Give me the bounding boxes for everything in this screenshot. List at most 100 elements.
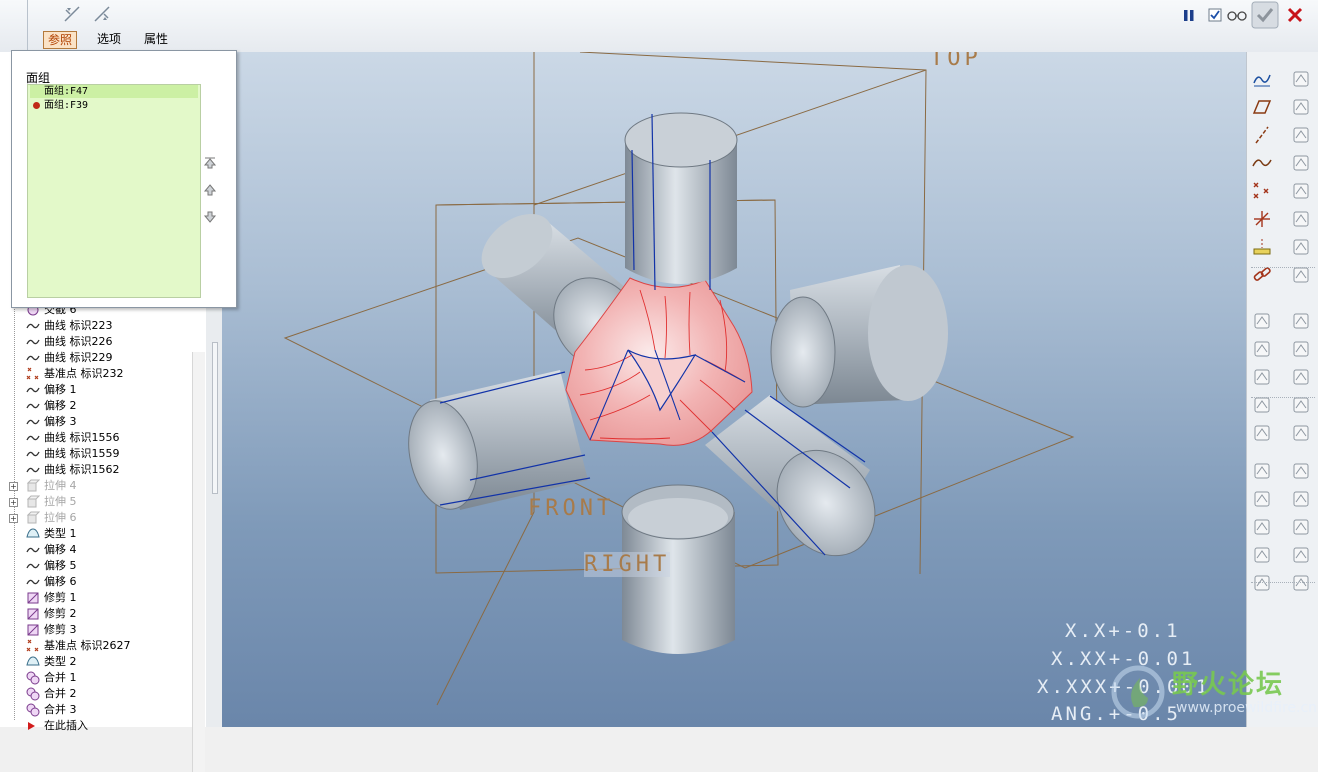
rib-icon[interactable] <box>1251 366 1273 388</box>
offset-icon[interactable] <box>1290 180 1312 202</box>
merge-icon[interactable] <box>1290 338 1312 360</box>
tree-item-label: 偏移 2 <box>44 399 77 412</box>
datum-plane-icon[interactable] <box>1251 96 1273 118</box>
tree-item-label: 曲线 标识1562 <box>44 463 120 476</box>
tree-scrollbar[interactable] <box>192 352 205 772</box>
cylinder-top <box>624 112 738 291</box>
expand-toggle-icon[interactable]: + <box>9 498 18 507</box>
tab-references[interactable]: 参照 <box>43 31 78 49</box>
round-icon[interactable] <box>1251 422 1273 444</box>
datum-plane-top-label: TOP <box>930 52 982 71</box>
quilt-item[interactable]: 面组:F39 <box>30 99 198 112</box>
tab-options[interactable]: 选项 <box>93 31 125 47</box>
curve-icon <box>26 435 40 441</box>
graphics-viewport[interactable]: TOP FRONT RIGHT X.X+-0.1 X.XX+-0.01 X.XX… <box>222 52 1246 727</box>
tree-item-label: 曲线 标识226 <box>44 335 113 348</box>
extrude-icon <box>26 495 40 508</box>
tree-item-label: 修剪 2 <box>44 607 77 620</box>
tree-item-label: 偏移 4 <box>44 543 77 556</box>
expand-toggle-icon[interactable]: + <box>9 482 18 491</box>
table-icon[interactable] <box>1290 572 1312 594</box>
pause-icon[interactable] <box>1180 3 1198 27</box>
tree-item-label: 基准点 标识232 <box>44 367 124 380</box>
chamfer-icon[interactable] <box>1251 460 1273 482</box>
extend-icon[interactable] <box>1290 236 1312 258</box>
tree-item-label: 合并 3 <box>44 703 77 716</box>
tree-item-label: 类型 1 <box>44 527 77 540</box>
toolbar-separator <box>1251 582 1315 583</box>
checkbox-icon[interactable] <box>1206 3 1224 27</box>
glasses-preview-icon[interactable] <box>1226 3 1248 27</box>
hole-icon[interactable] <box>1251 310 1273 332</box>
watermark-logo: 野火论坛 www.proewildfire.cn <box>1108 662 1317 722</box>
shell-icon[interactable] <box>1251 338 1273 360</box>
revolve-icon[interactable] <box>1251 516 1273 538</box>
sweep-icon[interactable] <box>1251 544 1273 566</box>
copy-icon[interactable] <box>1290 68 1312 90</box>
datum-point-icon[interactable] <box>1251 180 1273 202</box>
tree-item-label: 合并 1 <box>44 671 77 684</box>
coordinate-system-icon[interactable] <box>1251 208 1273 230</box>
mirror-icon[interactable] <box>1290 96 1312 118</box>
cylinder-right <box>770 265 948 408</box>
toolbar-separator <box>1251 397 1315 398</box>
ok-check-icon[interactable] <box>1251 1 1279 29</box>
curve-icon <box>26 563 40 569</box>
boundary-blend-icon <box>26 528 40 538</box>
boundary-blend-icon <box>26 656 40 666</box>
curve-icon <box>26 419 40 425</box>
trim-icon[interactable] <box>1290 208 1312 230</box>
move-up-icon[interactable] <box>203 183 217 197</box>
move-down-icon[interactable] <box>203 210 217 224</box>
quilt-collector[interactable]: 面组:F47 面组:F39 <box>27 84 201 298</box>
curve-icon <box>26 579 40 585</box>
cylinder-left <box>408 370 591 510</box>
curve-icon <box>26 451 40 457</box>
cancel-x-icon[interactable] <box>1284 3 1306 27</box>
blend-icon[interactable] <box>1251 572 1273 594</box>
trim-icon <box>27 624 39 636</box>
feature-dashboard: 参照 选项 属性 <box>0 0 1318 53</box>
tree-connector <box>14 300 15 720</box>
merge-icon <box>26 671 40 685</box>
boundary-blend-icon[interactable] <box>1290 488 1312 510</box>
expand-toggle-icon[interactable]: + <box>9 514 18 523</box>
trim-side-icon[interactable] <box>62 4 82 24</box>
tree-item-label: 在此插入 <box>44 719 88 732</box>
pattern-icon[interactable] <box>1290 152 1312 174</box>
intersect-icon[interactable] <box>1290 366 1312 388</box>
tree-item-label: 曲线 标识1556 <box>44 431 120 444</box>
dashboard-divider <box>27 0 28 52</box>
insert-here-icon <box>28 722 35 730</box>
sketch-curve-icon[interactable] <box>1251 68 1273 90</box>
wrap-icon[interactable] <box>1290 422 1312 444</box>
flatten-icon[interactable] <box>1290 460 1312 482</box>
tree-item-label: 拉伸 4 <box>44 479 77 492</box>
toolbar-separator <box>1251 267 1315 268</box>
datum-point-icon <box>26 639 39 652</box>
splitter-handle[interactable] <box>212 342 218 494</box>
move-icon[interactable] <box>1290 124 1312 146</box>
style-icon[interactable] <box>1290 516 1312 538</box>
tolerance-line-1: X.X+-0.1 <box>1065 620 1181 642</box>
freeform-icon[interactable] <box>1290 544 1312 566</box>
extrude-icon[interactable] <box>1251 488 1273 510</box>
datum-axis-icon[interactable] <box>1251 124 1273 146</box>
tree-item-label: 偏移 6 <box>44 575 77 588</box>
curve-icon <box>26 339 40 345</box>
curve-icon <box>26 323 40 329</box>
watermark-flame-icon <box>1111 665 1165 719</box>
solidify-icon[interactable] <box>1290 310 1312 332</box>
tree-item-label: 偏移 1 <box>44 383 77 396</box>
trim-side-icon[interactable] <box>92 4 112 24</box>
datum-point-icon <box>26 367 39 380</box>
watermark-url: www.proewildfire.cn <box>1176 700 1318 716</box>
move-top-icon[interactable] <box>203 156 217 170</box>
tree-item-label: 合并 2 <box>44 687 77 700</box>
curve-icon[interactable] <box>1251 152 1273 174</box>
datum-plane-right-label: RIGHT <box>584 552 671 577</box>
tab-properties[interactable]: 属性 <box>140 31 172 47</box>
quilt-item[interactable]: 面组:F47 <box>30 85 198 98</box>
tree-item-label: 曲线 标识229 <box>44 351 113 364</box>
analysis-icon[interactable] <box>1251 236 1273 258</box>
